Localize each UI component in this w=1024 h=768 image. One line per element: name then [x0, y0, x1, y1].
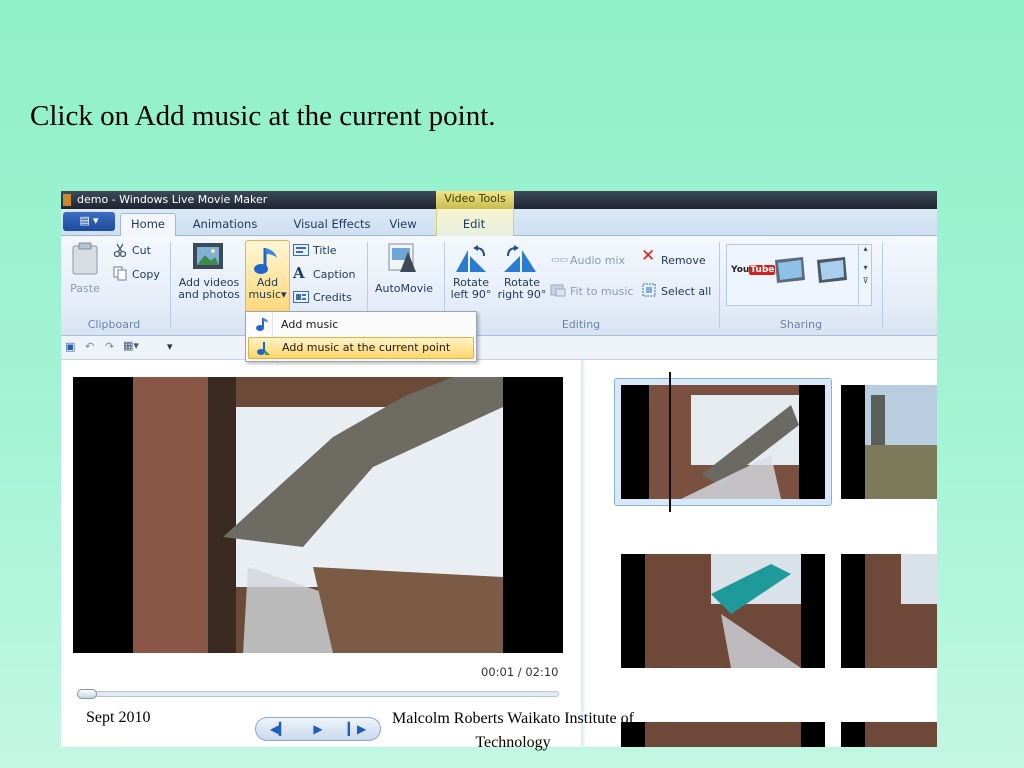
rotate-left-icon: [456, 245, 486, 272]
tab-view[interactable]: View: [383, 214, 423, 236]
clip-thumbnail[interactable]: [621, 385, 825, 499]
add-videos-button[interactable]: Add videos and photos: [175, 277, 243, 301]
seek-thumb[interactable]: [77, 689, 97, 699]
ribbon-separator: [882, 242, 883, 328]
clip-thumbnail-image: [841, 722, 937, 747]
title-icon: [293, 244, 309, 256]
playhead-marker[interactable]: [669, 372, 671, 512]
music-note-plus-icon: [257, 342, 270, 355]
clip-thumbnail[interactable]: [841, 722, 937, 747]
ribbon: Paste Cut Copy Clipboard Add videos and …: [61, 236, 937, 336]
rotate-left-button[interactable]: Rotate left 90°: [448, 277, 494, 301]
undo-icon[interactable]: ↶: [85, 341, 94, 353]
audio-mix-icon: ▭▭: [551, 255, 569, 265]
music-note-icon: [254, 248, 277, 274]
seek-bar[interactable]: [77, 691, 559, 697]
music-note-icon: [256, 318, 268, 331]
menu-item-label: Add music at the current point: [282, 341, 451, 354]
menu-item-label: Add music: [281, 318, 339, 331]
select-all-icon: [642, 283, 656, 297]
automovie-icon: [388, 243, 416, 272]
sharing-group-label: Sharing: [779, 318, 823, 331]
slide-title: Click on Add music at the current point.: [30, 100, 496, 132]
clip-thumbnail-image: [621, 385, 825, 499]
paste-button[interactable]: Paste: [69, 283, 101, 295]
cut-button[interactable]: Cut: [132, 245, 151, 257]
audio-mix-button[interactable]: Audio mix: [570, 255, 625, 267]
remove-icon: ✕: [641, 246, 656, 266]
automovie-button[interactable]: AutoMovie: [371, 283, 437, 295]
tv-icon[interactable]: [815, 256, 849, 286]
remove-button[interactable]: Remove: [661, 255, 706, 267]
clip-thumbnail[interactable]: [621, 554, 825, 668]
rotate-left-label-2: left 90°: [450, 288, 492, 301]
tab-animations[interactable]: Animations: [187, 214, 263, 236]
paste-icon: [72, 242, 98, 275]
tab-visual-effects[interactable]: Visual Effects: [279, 214, 385, 236]
save-icon[interactable]: ▣: [65, 341, 75, 353]
quick-access-toolbar: ▣ ↶ ↷ ▦▾ ▾: [61, 336, 937, 360]
gallery-down-icon[interactable]: ▾: [859, 263, 872, 272]
cut-icon: [113, 243, 127, 257]
fit-to-music-button[interactable]: Fit to music: [570, 286, 633, 298]
clip-thumbnail[interactable]: [841, 385, 937, 499]
gallery-scrollbar[interactable]: ▴ ▾ ⊽: [858, 244, 872, 306]
clipboard-group-label: Clipboard: [87, 318, 141, 331]
video-tools-label: Video Tools: [436, 191, 514, 209]
clip-thumbnail-image: [841, 385, 937, 499]
tab-home[interactable]: Home: [120, 213, 176, 237]
add-videos-icon: [193, 243, 223, 269]
app-icon: [63, 194, 71, 206]
application-menu-button[interactable]: ▤ ▾: [63, 212, 115, 231]
add-videos-label-2: and photos: [178, 288, 240, 301]
clip-thumbnail[interactable]: [841, 554, 937, 668]
ribbon-separator: [719, 242, 720, 328]
copy-button[interactable]: Copy: [132, 269, 160, 281]
rotate-right-icon: [504, 245, 536, 272]
video-preview[interactable]: [73, 377, 563, 653]
credits-button[interactable]: Credits: [313, 292, 352, 304]
gallery-up-icon[interactable]: ▴: [859, 244, 872, 253]
previous-frame-button[interactable]: ◀▎: [262, 720, 296, 738]
ribbon-tabs: ▤ ▾ Home Animations Visual Effects View …: [61, 209, 937, 237]
select-all-button[interactable]: Select all: [661, 286, 711, 298]
editing-group-label: Editing: [561, 318, 601, 331]
caption-button[interactable]: Caption: [313, 269, 355, 281]
clip-thumbnail-image: [841, 554, 937, 668]
fit-to-music-icon: [550, 284, 566, 297]
add-music-label: Add music▾: [245, 277, 290, 301]
footer-author: Malcolm Roberts Waikato Institute of Tec…: [392, 710, 634, 751]
window-title: demo - Windows Live Movie Maker: [77, 193, 268, 206]
chevron-down-icon: ▾: [281, 288, 287, 301]
customize-toolbar-icon[interactable]: ▾: [167, 341, 173, 353]
add-music-label-2: music▾: [248, 288, 287, 301]
gallery-more-icon[interactable]: ⊽: [859, 276, 872, 285]
layout-icon[interactable]: ▦▾: [123, 340, 139, 352]
footer-date: Sept 2010: [86, 709, 151, 726]
video-frame: [73, 377, 563, 653]
playback-time: 00:01 / 02:10: [481, 665, 559, 679]
redo-icon[interactable]: ↷: [105, 341, 114, 353]
tab-edit[interactable]: Edit: [454, 214, 494, 236]
rotate-right-label-2: right 90°: [497, 288, 547, 301]
title-button[interactable]: Title: [313, 245, 337, 257]
ribbon-separator: [170, 242, 171, 328]
caption-icon: A: [293, 264, 305, 282]
play-button[interactable]: ▶: [301, 720, 335, 738]
monitor-icon[interactable]: [773, 256, 807, 286]
rotate-right-button[interactable]: Rotate right 90°: [496, 277, 548, 301]
youtube-icon[interactable]: YouTube: [731, 264, 776, 276]
movie-maker-window: demo - Windows Live Movie Maker Video To…: [61, 191, 937, 747]
menu-item-add-music-at-current-point[interactable]: Add music at the current point: [248, 337, 474, 359]
copy-icon: [113, 266, 127, 281]
add-music-menu: Add music Add music at the current point: [245, 311, 477, 362]
credits-icon: [293, 291, 309, 303]
clip-thumbnail-image: [621, 554, 825, 668]
menu-item-add-music[interactable]: Add music: [248, 314, 474, 336]
